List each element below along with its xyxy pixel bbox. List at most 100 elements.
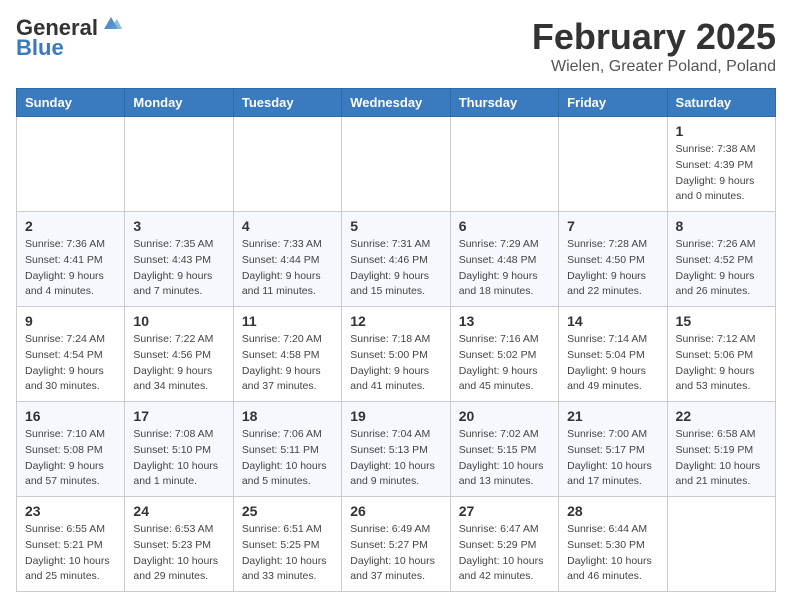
calendar-cell: 13 Sunrise: 7:16 AM Sunset: 5:02 PM Dayli… (450, 307, 558, 402)
day-info: Sunrise: 7:16 AM Sunset: 5:02 PM Dayligh… (459, 332, 550, 395)
day-number: 12 (350, 313, 441, 329)
calendar-cell: 24 Sunrise: 6:53 AM Sunset: 5:23 PM Dayli… (125, 497, 233, 592)
day-number: 15 (676, 313, 767, 329)
calendar-cell: 19Sunrise: 7:04 AM Sunset: 5:13 PM Dayli… (342, 402, 450, 497)
day-info: Sunrise: 6:47 AM Sunset: 5:29 PM Dayligh… (459, 522, 550, 585)
calendar-table: SundayMondayTuesdayWednesdayThursdayFrid… (16, 88, 776, 592)
column-header-thursday: Thursday (450, 89, 558, 117)
day-number: 27 (459, 503, 550, 519)
calendar-cell: 12Sunrise: 7:18 AM Sunset: 5:00 PM Dayli… (342, 307, 450, 402)
day-number: 5 (350, 218, 441, 234)
day-info: Sunrise: 7:33 AM Sunset: 4:44 PM Dayligh… (242, 237, 333, 300)
column-header-saturday: Saturday (667, 89, 775, 117)
day-number: 2 (25, 218, 116, 234)
day-info: Sunrise: 7:04 AM Sunset: 5:13 PM Dayligh… (350, 427, 441, 490)
calendar-cell: 17Sunrise: 7:08 AM Sunset: 5:10 PM Dayli… (125, 402, 233, 497)
calendar-cell (233, 117, 341, 212)
calendar-cell: 26Sunrise: 6:49 AM Sunset: 5:27 PM Dayli… (342, 497, 450, 592)
calendar-cell: 27 Sunrise: 6:47 AM Sunset: 5:29 PM Dayli… (450, 497, 558, 592)
calendar-cell: 20Sunrise: 7:02 AM Sunset: 5:15 PM Dayli… (450, 402, 558, 497)
day-info: Sunrise: 7:28 AM Sunset: 4:50 PM Dayligh… (567, 237, 658, 300)
calendar-cell (559, 117, 667, 212)
day-info: Sunrise: 7:02 AM Sunset: 5:15 PM Dayligh… (459, 427, 550, 490)
calendar-cell (342, 117, 450, 212)
calendar-cell: 23Sunrise: 6:55 AM Sunset: 5:21 PM Dayli… (17, 497, 125, 592)
calendar-cell: 25 Sunrise: 6:51 AM Sunset: 5:25 PM Dayli… (233, 497, 341, 592)
calendar-cell (667, 497, 775, 592)
title-section: February 2025 Wielen, Greater Poland, Po… (532, 16, 776, 76)
day-info: Sunrise: 7:20 AM Sunset: 4:58 PM Dayligh… (242, 332, 333, 395)
location-title: Wielen, Greater Poland, Poland (532, 58, 776, 76)
page-header: General Blue February 2025 Wielen, Great… (16, 16, 776, 76)
calendar-cell: 10 Sunrise: 7:22 AM Sunset: 4:56 PM Dayli… (125, 307, 233, 402)
calendar-cell: 14 Sunrise: 7:14 AM Sunset: 5:04 PM Dayli… (559, 307, 667, 402)
day-number: 21 (567, 408, 658, 424)
day-info: Sunrise: 7:36 AM Sunset: 4:41 PM Dayligh… (25, 237, 116, 300)
calendar-cell: 8Sunrise: 7:26 AM Sunset: 4:52 PM Daylig… (667, 212, 775, 307)
calendar-cell: 18Sunrise: 7:06 AM Sunset: 5:11 PM Dayli… (233, 402, 341, 497)
day-number: 6 (459, 218, 550, 234)
calendar-cell: 1 Sunrise: 7:38 AM Sunset: 4:39 PM Daylig… (667, 117, 775, 212)
day-number: 8 (676, 218, 767, 234)
calendar-cell: 15 Sunrise: 7:12 AM Sunset: 5:06 PM Dayli… (667, 307, 775, 402)
calendar-cell: 21 Sunrise: 7:00 AM Sunset: 5:17 PM Dayli… (559, 402, 667, 497)
day-number: 7 (567, 218, 658, 234)
day-number: 11 (242, 313, 333, 329)
day-info: Sunrise: 6:49 AM Sunset: 5:27 PM Dayligh… (350, 522, 441, 585)
day-number: 10 (133, 313, 224, 329)
day-number: 16 (25, 408, 116, 424)
calendar-cell: 16 Sunrise: 7:10 AM Sunset: 5:08 PM Dayli… (17, 402, 125, 497)
day-number: 3 (133, 218, 224, 234)
day-number: 4 (242, 218, 333, 234)
day-info: Sunrise: 6:51 AM Sunset: 5:25 PM Dayligh… (242, 522, 333, 585)
day-info: Sunrise: 7:00 AM Sunset: 5:17 PM Dayligh… (567, 427, 658, 490)
day-info: Sunrise: 7:08 AM Sunset: 5:10 PM Dayligh… (133, 427, 224, 490)
day-info: Sunrise: 7:35 AM Sunset: 4:43 PM Dayligh… (133, 237, 224, 300)
day-info: Sunrise: 7:24 AM Sunset: 4:54 PM Dayligh… (25, 332, 116, 395)
calendar-week-row: 2 Sunrise: 7:36 AM Sunset: 4:41 PM Daylig… (17, 212, 776, 307)
day-number: 22 (676, 408, 767, 424)
column-header-sunday: Sunday (17, 89, 125, 117)
day-info: Sunrise: 7:38 AM Sunset: 4:39 PM Dayligh… (676, 142, 767, 205)
day-info: Sunrise: 7:12 AM Sunset: 5:06 PM Dayligh… (676, 332, 767, 395)
calendar-cell: 11 Sunrise: 7:20 AM Sunset: 4:58 PM Dayli… (233, 307, 341, 402)
column-header-monday: Monday (125, 89, 233, 117)
calendar-cell: 7 Sunrise: 7:28 AM Sunset: 4:50 PM Daylig… (559, 212, 667, 307)
day-info: Sunrise: 6:58 AM Sunset: 5:19 PM Dayligh… (676, 427, 767, 490)
day-number: 28 (567, 503, 658, 519)
calendar-cell: 9 Sunrise: 7:24 AM Sunset: 4:54 PM Daylig… (17, 307, 125, 402)
day-number: 1 (676, 123, 767, 139)
day-info: Sunrise: 6:44 AM Sunset: 5:30 PM Dayligh… (567, 522, 658, 585)
day-info: Sunrise: 7:29 AM Sunset: 4:48 PM Dayligh… (459, 237, 550, 300)
calendar-cell: 4 Sunrise: 7:33 AM Sunset: 4:44 PM Daylig… (233, 212, 341, 307)
calendar-cell: 6 Sunrise: 7:29 AM Sunset: 4:48 PM Daylig… (450, 212, 558, 307)
calendar-header-row: SundayMondayTuesdayWednesdayThursdayFrid… (17, 89, 776, 117)
calendar-week-row: 16 Sunrise: 7:10 AM Sunset: 5:08 PM Dayli… (17, 402, 776, 497)
day-info: Sunrise: 7:10 AM Sunset: 5:08 PM Dayligh… (25, 427, 116, 490)
calendar-cell: 3 Sunrise: 7:35 AM Sunset: 4:43 PM Daylig… (125, 212, 233, 307)
day-number: 14 (567, 313, 658, 329)
day-number: 13 (459, 313, 550, 329)
calendar-cell: 22 Sunrise: 6:58 AM Sunset: 5:19 PM Dayli… (667, 402, 775, 497)
column-header-wednesday: Wednesday (342, 89, 450, 117)
logo: General Blue (16, 16, 122, 60)
calendar-cell: 28 Sunrise: 6:44 AM Sunset: 5:30 PM Dayli… (559, 497, 667, 592)
calendar-week-row: 1 Sunrise: 7:38 AM Sunset: 4:39 PM Daylig… (17, 117, 776, 212)
calendar-cell (17, 117, 125, 212)
column-header-tuesday: Tuesday (233, 89, 341, 117)
calendar-cell (125, 117, 233, 212)
logo-icon (100, 15, 122, 33)
calendar-cell: 5 Sunrise: 7:31 AM Sunset: 4:46 PM Daylig… (342, 212, 450, 307)
day-info: Sunrise: 7:22 AM Sunset: 4:56 PM Dayligh… (133, 332, 224, 395)
day-number: 25 (242, 503, 333, 519)
day-number: 23 (25, 503, 116, 519)
day-info: Sunrise: 7:06 AM Sunset: 5:11 PM Dayligh… (242, 427, 333, 490)
column-header-friday: Friday (559, 89, 667, 117)
day-info: Sunrise: 7:14 AM Sunset: 5:04 PM Dayligh… (567, 332, 658, 395)
calendar-cell (450, 117, 558, 212)
day-info: Sunrise: 6:53 AM Sunset: 5:23 PM Dayligh… (133, 522, 224, 585)
day-info: Sunrise: 7:31 AM Sunset: 4:46 PM Dayligh… (350, 237, 441, 300)
day-number: 9 (25, 313, 116, 329)
day-number: 24 (133, 503, 224, 519)
logo-blue-text: Blue (16, 36, 64, 60)
